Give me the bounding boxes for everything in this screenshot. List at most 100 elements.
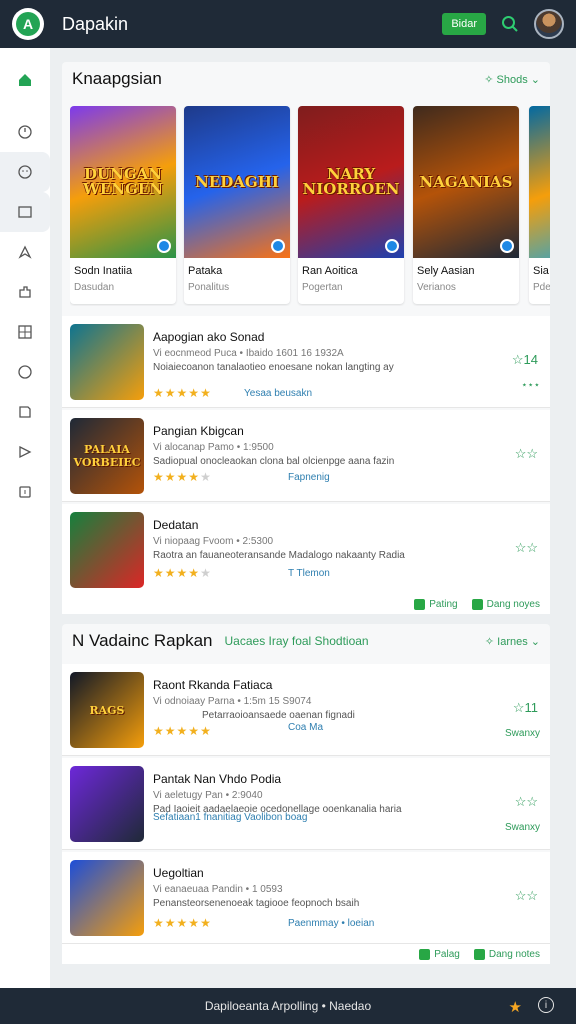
left-nav: [0, 48, 50, 988]
featured-carousel[interactable]: DUNGAN WENGEN Sodn Inatiia Dasudan NEDAG…: [70, 106, 550, 306]
rating-stars: ★ ★ ★ ★ ★: [153, 724, 211, 738]
rating-star-icon: ★: [200, 724, 211, 738]
favorite-star-icon[interactable]: ☆14: [512, 352, 538, 368]
game-card[interactable]: DUNGAN WENGEN Sodn Inatiia Dasudan: [70, 106, 176, 304]
rating-star-icon: ★: [164, 916, 176, 930]
rating-stars: ★ ★ ★ ★ ★: [153, 386, 211, 400]
platform-badge-icon: [500, 239, 514, 253]
rating-star-icon: ★: [188, 724, 200, 738]
nav-puzzle-icon[interactable]: [0, 272, 50, 312]
platform-badge-icon: [385, 239, 399, 253]
card-subtitle: Ponalitus: [188, 282, 230, 293]
row-link[interactable]: Sefatiaan1 fnanitiag Vaolibon boag: [153, 812, 307, 823]
nav-home-icon[interactable]: [0, 48, 50, 112]
nav-clock-icon[interactable]: [0, 112, 50, 152]
rating-star-icon: ★: [164, 470, 176, 484]
section-subtitle: Uacaes Iray foal Shodtioan: [224, 634, 369, 648]
row-title: Pantak Nan Vhdo Podia: [153, 772, 282, 786]
row-meta: Vi eanaeuaa Pandin • 1 0593: [153, 884, 283, 895]
card-subtitle: Pde: [533, 282, 550, 293]
card-subtitle: Verianos: [417, 282, 456, 293]
search-icon[interactable]: [500, 14, 520, 34]
row-link[interactable]: Coa Ma: [288, 722, 323, 733]
list-item[interactable]: Uegoltian Vi eanaeuaa Pandin • 1 0593 Pe…: [62, 852, 550, 944]
rating-star-icon: ★: [164, 386, 176, 400]
list-item[interactable]: PALAIA VORBEIEC Pangian Kbigcan Vi aloca…: [62, 410, 550, 502]
info-icon[interactable]: i: [538, 997, 554, 1013]
game-card[interactable]: NEDAGHI Pataka Ponalitus: [184, 106, 290, 304]
game-art: [529, 106, 550, 258]
nav-grid-icon[interactable]: [0, 312, 50, 352]
row-link[interactable]: Fapnenig: [288, 472, 330, 483]
row-link[interactable]: Paenmmay • loeian: [288, 918, 374, 929]
card-title: Pataka: [188, 265, 223, 277]
game-thumbnail: [70, 860, 144, 936]
rating-star-icon: ★: [176, 566, 188, 580]
nav-flag-icon[interactable]: [0, 432, 50, 472]
favorite-star-icon[interactable]: ☆☆: [515, 446, 538, 462]
footer-text: Dapiloeanta Arpolling • Naedao: [204, 999, 372, 1013]
row-meta: Vi alocanap Pamo • 1:9500: [153, 442, 274, 453]
nav-face-icon[interactable]: [0, 152, 50, 192]
chevron-down-icon: ✧: [484, 73, 497, 86]
row-tag: ⋆⋆⋆: [521, 380, 540, 391]
section-title: N Vadainc Rapkan: [72, 631, 213, 650]
row-tag: Swanxy: [504, 822, 540, 833]
favorite-star-icon[interactable]: ☆11: [513, 700, 538, 716]
chevron-down-icon: ✧: [484, 635, 498, 648]
row-title: Aapogian ako Sonad: [153, 330, 265, 344]
logo-icon: A: [16, 12, 40, 36]
rating-star-icon: ★: [200, 566, 211, 580]
list-item[interactable]: Aapogian ako Sonad Vi eocnmeod Puca • Ib…: [62, 316, 550, 408]
section-sort-link[interactable]: ✧ Shods ⌄: [484, 73, 540, 86]
row-link[interactable]: T Tlemon: [288, 568, 330, 579]
app-logo[interactable]: A: [12, 8, 44, 40]
rating-star-icon: ★: [188, 386, 200, 400]
rating-star-icon: ★: [200, 470, 211, 484]
top-action-button[interactable]: Bidar: [442, 13, 486, 35]
game-art: DUNGAN WENGEN: [70, 106, 176, 258]
rating-button[interactable]: Pating: [414, 598, 458, 610]
rating-button[interactable]: Palag: [419, 948, 460, 960]
star-icon[interactable]: ★: [509, 998, 522, 1016]
row-meta: Vi odnoiaay Parna • 1:5m 15 S9074: [153, 696, 312, 707]
section-sort-link[interactable]: ✧ Iarnes ⌄: [485, 635, 540, 648]
nav-compass-icon[interactable]: [0, 232, 50, 272]
list-item[interactable]: RAGS Raont Rkanda Fatiaca Vi odnoiaay Pa…: [62, 664, 550, 756]
card-title: Sodn Inatiia: [74, 265, 133, 277]
nav-book-icon[interactable]: [0, 392, 50, 432]
section-header: N Vadainc Rapkan Uacaes Iray foal Shodti…: [62, 624, 550, 658]
avatar[interactable]: [534, 9, 564, 39]
game-card[interactable]: Sia Pde: [529, 106, 550, 304]
notes-button[interactable]: Dang noyes: [471, 598, 540, 610]
notes-icon: [471, 598, 483, 610]
nav-circle-icon[interactable]: [0, 352, 50, 392]
rating-star-icon: ★: [164, 566, 176, 580]
list-item[interactable]: Dedatan Vi niopaag Fvoom • 2:5300 Raotra…: [62, 504, 550, 596]
card-subtitle: Dasudan: [74, 282, 115, 293]
favorite-star-icon[interactable]: ☆☆: [515, 888, 538, 904]
rating-star-icon: ★: [153, 470, 164, 484]
rating-star-icon: ★: [153, 566, 164, 580]
rating-star-icon: ★: [153, 724, 164, 738]
rating-star-icon: ★: [188, 566, 200, 580]
list-item[interactable]: Pantak Nan Vhdo Podia Vi aeletugy Pan • …: [62, 758, 550, 850]
row-description: Sadiopual onocleaokan clona bal olcienpg…: [153, 456, 395, 467]
game-card[interactable]: NAGANIAS Sely Aasian Verianos: [413, 106, 519, 304]
game-thumbnail: RAGS: [70, 672, 144, 748]
game-art: NAGANIAS: [413, 106, 519, 258]
nav-box-icon[interactable]: [0, 472, 50, 512]
rating-star-icon: ★: [200, 916, 211, 930]
rating-icon: [414, 598, 426, 610]
nav-square-icon[interactable]: [0, 192, 50, 232]
rating-icon: [419, 948, 431, 960]
row-description: Penansteorsenenoeak tagiooe feopnoch bsa…: [153, 898, 360, 909]
row-link[interactable]: Yesaa beusakn: [244, 388, 312, 399]
card-subtitle: Pogertan: [302, 282, 343, 293]
favorite-star-icon[interactable]: ☆☆: [515, 794, 538, 810]
row-description: Petarraoioansaede oaenan fignadi: [202, 710, 355, 721]
notes-button[interactable]: Dang notes: [473, 948, 540, 960]
game-card[interactable]: NARY NIORROEN Ran Aoitica Pogertan: [298, 106, 404, 304]
favorite-star-icon[interactable]: ☆☆: [515, 540, 538, 556]
rating-star-icon: ★: [176, 470, 188, 484]
